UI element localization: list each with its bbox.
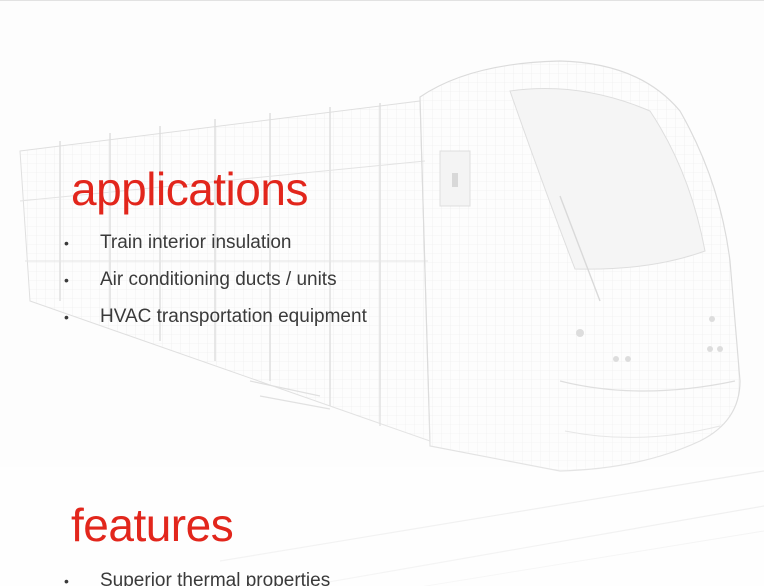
list-item: • Train interior insulation: [62, 229, 367, 266]
bullet-icon: •: [64, 235, 69, 251]
applications-list: • Train interior insulation • Air condit…: [62, 229, 367, 340]
list-item: • Superior thermal properties: [62, 567, 330, 586]
document-page: applications • Train interior insulation…: [0, 0, 764, 586]
list-item: • Air conditioning ducts / units: [62, 266, 367, 303]
list-item-text: HVAC transportation equipment: [100, 306, 367, 327]
list-item-text: Superior thermal properties: [100, 570, 331, 586]
features-list: • Superior thermal properties: [62, 567, 330, 586]
list-item: • HVAC transportation equipment: [62, 303, 367, 340]
features-heading: features: [71, 499, 234, 551]
list-item-text: Train interior insulation: [100, 232, 292, 253]
bullet-icon: •: [64, 309, 69, 325]
list-item-text: Air conditioning ducts / units: [100, 269, 337, 290]
applications-heading: applications: [71, 163, 308, 215]
bullet-icon: •: [64, 272, 69, 288]
bullet-icon: •: [64, 573, 69, 586]
